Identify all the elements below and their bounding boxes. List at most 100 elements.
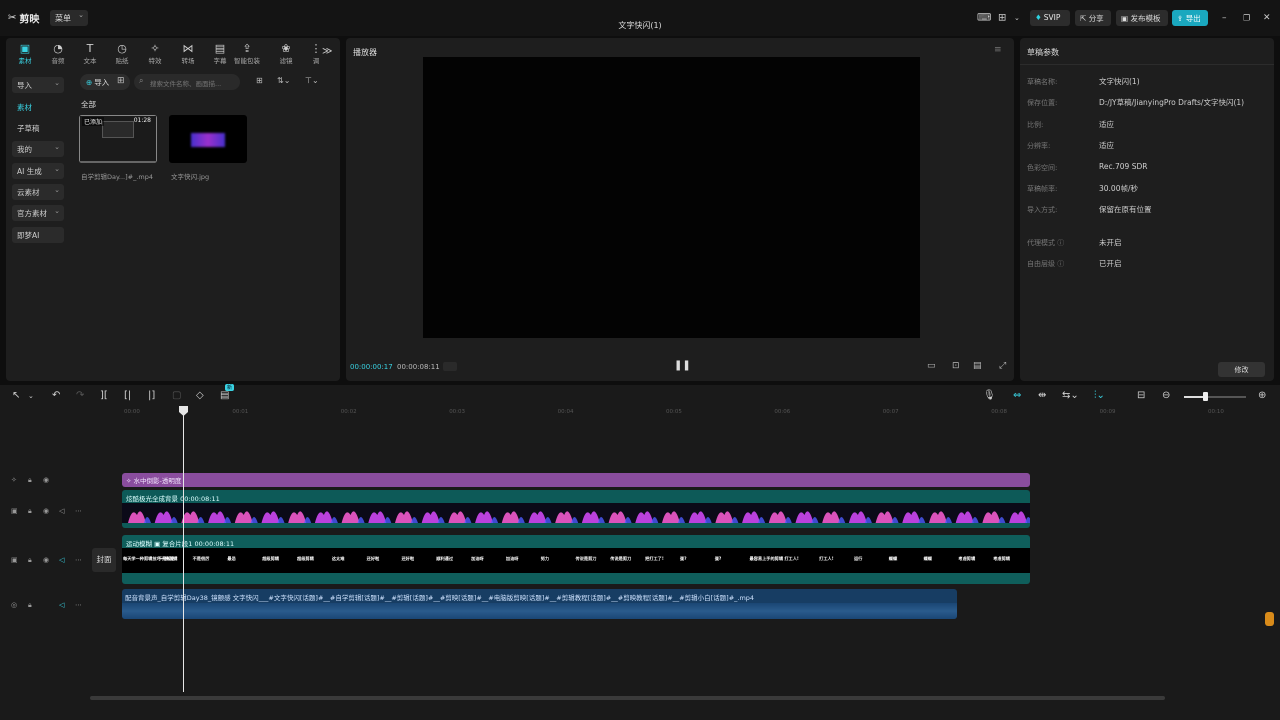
shortcut-icon[interactable]: ⌨ (977, 13, 991, 24)
sidebar-item-0[interactable]: 导入 ⌄ (12, 77, 64, 93)
tab-filter[interactable]: ❀ 滤镜 (270, 42, 302, 66)
search-input[interactable]: ⌕ 搜索文件名称、画面描... (134, 74, 240, 90)
pause-icon[interactable]: ❚❚ (674, 360, 691, 371)
layout-chevron-icon[interactable]: ⌄ (1014, 14, 1020, 22)
lock-icon[interactable]: 🔒︎ (28, 556, 32, 565)
current-time: 00:00:00:17 (350, 363, 393, 371)
main-track-magnet-icon[interactable]: ⇔ (1013, 390, 1021, 401)
text-frame: 不是很厉 (192, 556, 210, 561)
publish-template-button[interactable]: ▣ 发布模板 (1116, 10, 1168, 26)
zoom-slider-handle[interactable] (1203, 392, 1208, 401)
sidebar-item-6[interactable]: 官方素材 ⌄ (12, 205, 64, 221)
video-clip[interactable]: 炫酷极光全成背景 00:00:08:11 (122, 490, 1030, 528)
hamburger-icon[interactable]: ≡ (994, 45, 1002, 55)
svip-button[interactable]: ♦ SVIP (1030, 10, 1070, 26)
sidebar-item-5[interactable]: 云素材 ⌄ (12, 184, 64, 200)
tab-label: 音频 (51, 57, 65, 65)
eye-icon[interactable]: ◉ (43, 556, 49, 564)
filter-icon: ❀ (281, 42, 291, 55)
speaker-icon[interactable]: ◁ (59, 601, 64, 609)
eye-icon[interactable]: ◉ (43, 507, 49, 515)
lock-icon[interactable]: 🔒︎ (28, 601, 32, 610)
text-frame: 加油呀 (471, 556, 484, 561)
tab-smart-pack[interactable]: ⇪ 智能包装 (231, 42, 263, 66)
playhead[interactable] (183, 408, 184, 692)
more-icon[interactable]: ⋯ (75, 556, 82, 564)
modify-button[interactable]: 修改 (1218, 362, 1265, 377)
fullscreen-icon[interactable]: ⤢ (999, 361, 1006, 371)
zoom-in-icon[interactable]: ⊕ (1258, 390, 1266, 401)
linkage-icon[interactable]: ⇆⌄ (1062, 390, 1079, 401)
caption-recognize-icon[interactable]: ▤ (220, 390, 229, 401)
preview-axis-icon[interactable]: ⫶⌄ (1094, 390, 1105, 401)
sort-icon[interactable]: ⇅⌄ (277, 76, 290, 85)
tab-transition[interactable]: ⋈ 转场 (172, 42, 204, 66)
cover-button[interactable]: 封面 (92, 548, 116, 572)
eye-icon[interactable]: ◉ (43, 476, 49, 484)
speaker-icon[interactable]: ◁ (59, 507, 64, 515)
speaker-icon[interactable]: ◁ (59, 556, 64, 564)
sidebar-item-label: 导入 (17, 81, 32, 90)
sidebar-item-7[interactable]: 即梦AI (12, 227, 64, 243)
text-frame: 顺利通过 (436, 556, 454, 561)
sidebar-item-4[interactable]: AI 生成 ⌄ (12, 163, 64, 179)
export-button[interactable]: ⇪ 导出 (1172, 10, 1208, 26)
tab-text[interactable]: T 文本 (74, 42, 106, 66)
zoom-out-icon[interactable]: ⊖ (1162, 390, 1170, 401)
auto-snap-icon[interactable]: ⇹ (1038, 390, 1046, 401)
layout-toggle-icon[interactable]: ⊞ (256, 76, 263, 85)
share-button[interactable]: ⇱ 分享 (1075, 10, 1111, 26)
main-video-clip[interactable]: 运动模糊 ▣ 复合片段1 00:00:08:11 每天学一种剪辑技巧一种剪辑 不是… (122, 535, 1030, 584)
media-thumbnail-video[interactable]: 已添加 01:28 (79, 115, 157, 163)
tab-effects[interactable]: ✧ 特效 (139, 42, 171, 66)
delete-icon[interactable]: ▢ (172, 390, 181, 401)
crop-icon[interactable]: ⊡ (952, 361, 960, 371)
more-icon[interactable]: ⋯ (75, 507, 82, 515)
text-frame: 加油呀 (505, 556, 519, 561)
quality-icon[interactable]: ▭ (927, 361, 936, 371)
select-chevron-icon[interactable]: ⌄ (28, 392, 34, 400)
more-icon[interactable]: ⋯ (75, 601, 82, 609)
video-frame (314, 511, 333, 523)
video-frame (875, 511, 894, 523)
tab-adjust[interactable]: ⋮ 调 (300, 42, 332, 66)
split-right-icon[interactable]: |] (148, 390, 155, 401)
preview-canvas[interactable] (423, 57, 920, 338)
video-frame (261, 511, 280, 523)
param-value: 适应 (1099, 141, 1114, 150)
sidebar-item-label: AI 生成 (17, 167, 42, 176)
effect-clip[interactable]: ✧ 水中倒影-透明度 (122, 473, 1030, 487)
select-tool-icon[interactable]: ↖ (12, 390, 20, 401)
minimize-icon[interactable]: – (1222, 13, 1227, 23)
close-icon[interactable]: ✕ (1263, 13, 1271, 23)
lock-icon[interactable]: 🔒︎ (28, 476, 32, 485)
lock-icon[interactable]: 🔒︎ (28, 507, 32, 516)
timecode-toggle[interactable] (443, 362, 457, 371)
tab-sticker[interactable]: ◷ 贴纸 (106, 42, 138, 66)
media-thumbnail-image[interactable] (169, 115, 247, 163)
side-panel-handle[interactable] (1265, 612, 1274, 626)
draft-params-title: 草稿参数 (1027, 48, 1059, 57)
undo-icon[interactable]: ↶ (52, 390, 60, 401)
split-icon[interactable]: ][ (100, 390, 108, 401)
grid-view-icon[interactable]: ⊞ (117, 76, 125, 86)
text-frame: 蝶蝶 (888, 556, 898, 561)
mask-icon[interactable]: ◇ (196, 390, 204, 401)
fit-track-icon[interactable]: ⊟ (1137, 390, 1145, 401)
video-frame (742, 511, 761, 523)
tab-audio[interactable]: ◔ 音频 (42, 42, 74, 66)
redo-icon[interactable]: ↷ (76, 390, 84, 401)
audio-clip[interactable]: 配音背景声_自学剪辑Day38_镜颤感 文字快闪___#文字快闪[话题]#__#… (122, 589, 957, 619)
layout-icon[interactable]: ⊞ (998, 13, 1006, 24)
maximize-icon[interactable]: ❐ (1243, 14, 1250, 23)
sidebar-item-1[interactable]: 素材 (12, 99, 64, 115)
tab-media[interactable]: ▣ 素材 (9, 42, 41, 66)
microphone-icon[interactable]: 🎙 (983, 390, 996, 401)
split-left-icon[interactable]: [| (124, 390, 131, 401)
timeline-scrollbar[interactable] (90, 696, 1165, 700)
ratio-icon[interactable]: ▤ (973, 361, 982, 371)
filter-icon[interactable]: ⊤⌄ (305, 76, 319, 85)
sidebar-item-3[interactable]: 我的 ⌄ (12, 141, 64, 157)
plus-icon: ⊕ (86, 78, 93, 87)
sidebar-item-2[interactable]: 子草稿 (12, 120, 64, 136)
